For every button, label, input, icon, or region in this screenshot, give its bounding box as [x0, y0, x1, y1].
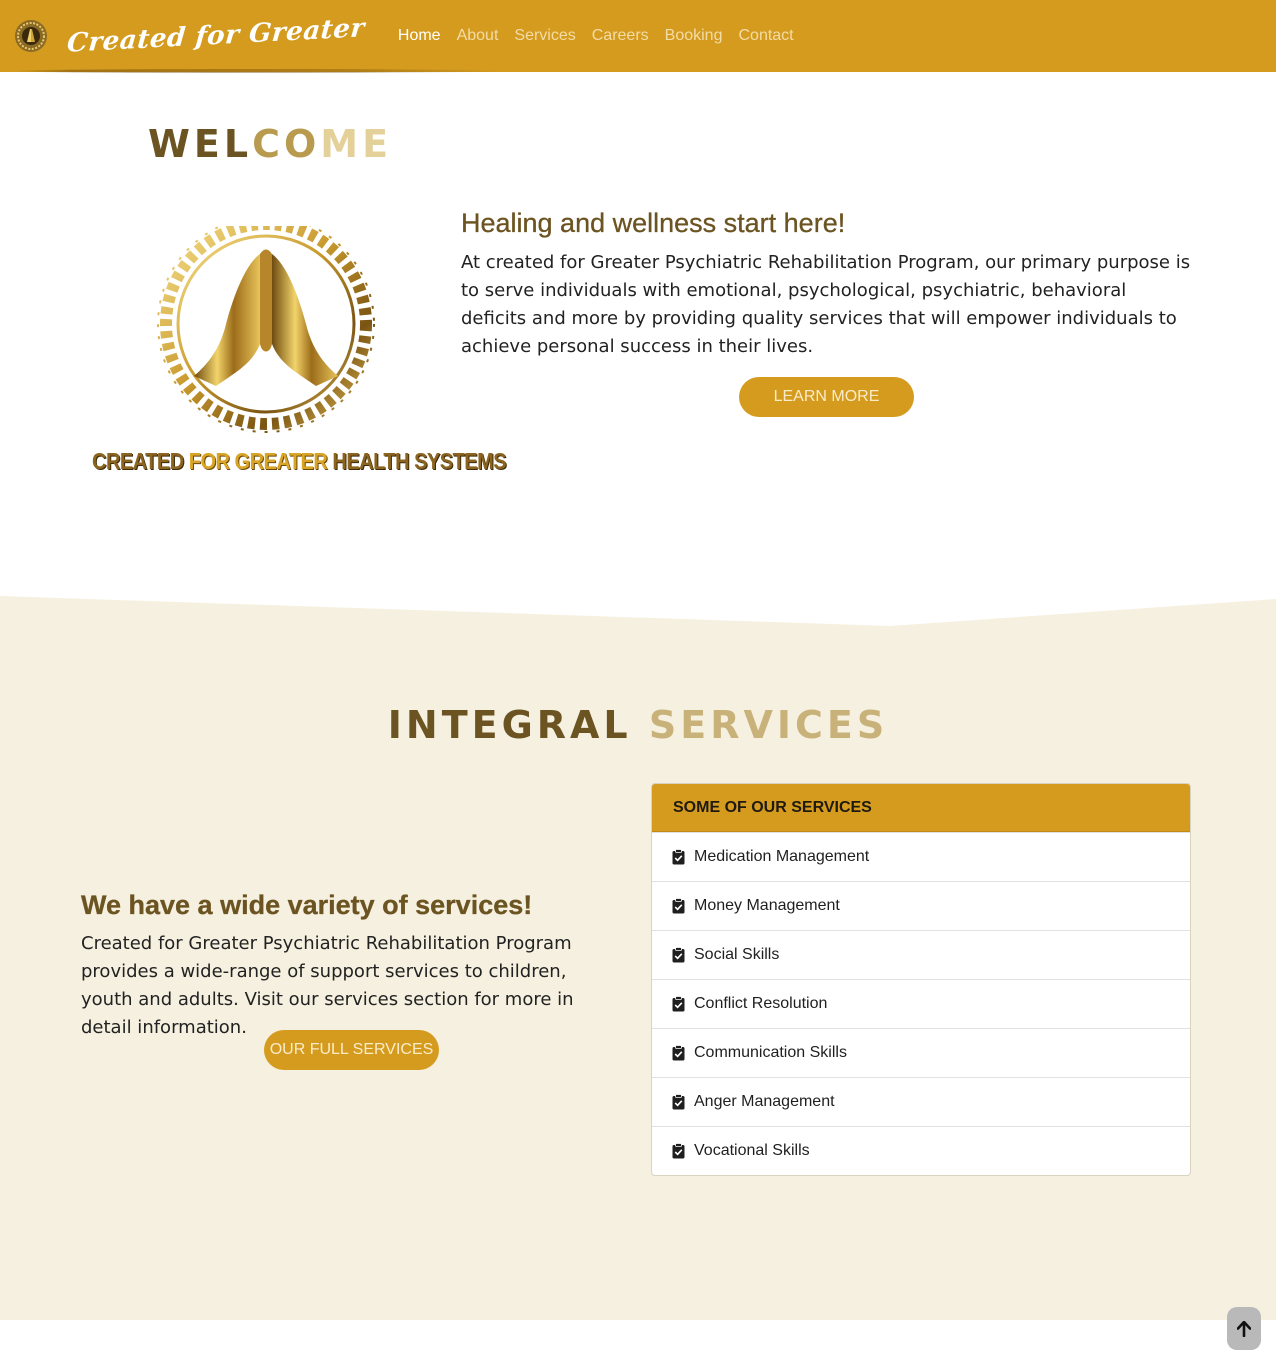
service-item-label: Money Management [694, 897, 840, 914]
learn-more-button[interactable]: LEARN MORE [739, 377, 914, 417]
nav-links: Home About Services Careers Booking Cont… [390, 27, 802, 45]
arrow-up-icon [1237, 1320, 1251, 1337]
nav-link-about[interactable]: About [449, 27, 507, 45]
nav-link-services[interactable]: Services [506, 27, 583, 45]
praying-hands-logo-icon[interactable] [14, 19, 48, 53]
clipboard-check-icon [672, 947, 685, 963]
service-item-label: Social Skills [694, 946, 780, 963]
list-item: Communication Skills [652, 1028, 1190, 1077]
service-item-label: Communication Skills [694, 1044, 847, 1061]
nav-link-booking[interactable]: Booking [657, 27, 731, 45]
full-services-button[interactable]: OUR FULL SERVICES [264, 1030, 439, 1070]
services-title-word1: INTEGRAL [387, 703, 632, 747]
list-item: Money Management [652, 881, 1190, 930]
services-description: Created for Greater Psychiatric Rehabili… [81, 933, 574, 1038]
logo-caption: CREATED FOR GREATER HEALTH SYSTEMS [92, 449, 507, 475]
navbar-shadow-divider [12, 69, 502, 73]
clipboard-check-icon [672, 849, 685, 865]
clipboard-check-icon [672, 996, 685, 1012]
welcome-title: WELCOME [148, 122, 392, 166]
list-item: Conflict Resolution [652, 979, 1190, 1028]
clipboard-check-icon [672, 1094, 685, 1110]
services-card-header: SOME OF OUR SERVICES [652, 784, 1190, 832]
next-section-start [0, 1320, 1276, 1361]
service-item-label: Vocational Skills [694, 1142, 810, 1159]
organization-logo-image [90, 226, 422, 480]
nav-link-home[interactable]: Home [390, 27, 449, 45]
services-title: INTEGRAL SERVICES [0, 703, 1276, 747]
services-card: SOME OF OUR SERVICES Medication Manageme… [651, 783, 1191, 1176]
welcome-title-part1: WEL [148, 122, 253, 166]
services-title-word2: SERVICES [648, 703, 889, 747]
service-item-label: Medication Management [694, 848, 870, 865]
clipboard-check-icon [672, 1143, 685, 1159]
welcome-title-part3: ME [320, 122, 393, 166]
services-heading: We have a wide variety of services! [81, 890, 533, 920]
logo-caption-part2: FOR GREATER [188, 449, 333, 475]
service-item-label: Anger Management [694, 1093, 835, 1110]
nav-link-careers[interactable]: Careers [584, 27, 657, 45]
clipboard-check-icon [672, 1045, 685, 1061]
service-item-label: Conflict Resolution [694, 995, 828, 1012]
welcome-title-part2: CO [252, 122, 321, 166]
section-divider-shape [0, 596, 1276, 626]
logo-caption-part3: HEALTH SYSTEMS [332, 449, 507, 475]
list-item: Social Skills [652, 930, 1190, 979]
scroll-to-top-button[interactable] [1227, 1307, 1261, 1350]
navbar: Created for Greater Home About Services … [0, 0, 1276, 72]
welcome-heading: Healing and wellness start here! [461, 208, 846, 238]
clipboard-check-icon [672, 898, 685, 914]
brand-name[interactable]: Created for Greater [66, 13, 366, 58]
list-item: Anger Management [652, 1077, 1190, 1126]
list-item: Medication Management [652, 832, 1190, 881]
list-item: Vocational Skills [652, 1126, 1190, 1175]
nav-link-contact[interactable]: Contact [730, 27, 801, 45]
welcome-description: At created for Greater Psychiatric Rehab… [461, 252, 1191, 357]
logo-caption-part1: CREATED [92, 449, 189, 475]
